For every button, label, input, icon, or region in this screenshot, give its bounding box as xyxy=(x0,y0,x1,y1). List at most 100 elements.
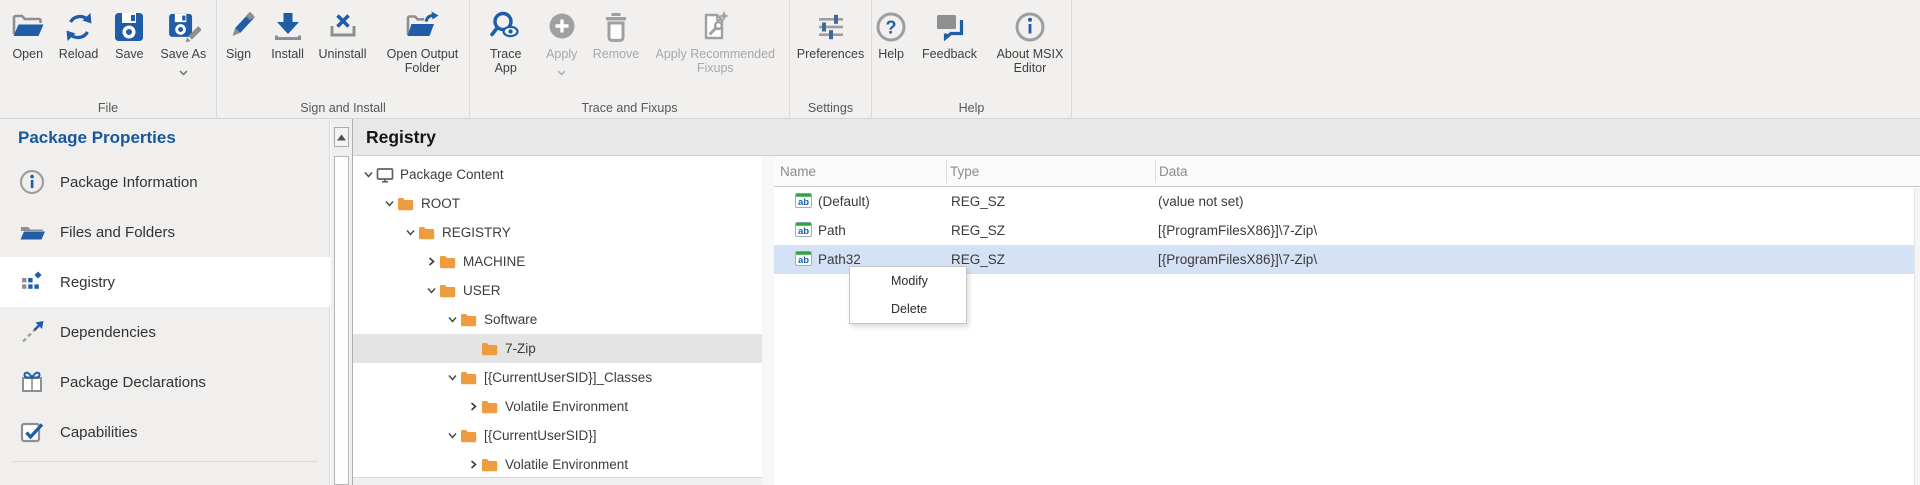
tree-item-label: [{CurrentUserSID}]_Classes xyxy=(484,370,652,385)
save-button[interactable]: Save xyxy=(108,7,150,61)
value-data: [{ProgramFilesX86}]\7-Zip\ xyxy=(1155,223,1920,238)
tree-horizontal-scrollbar[interactable] xyxy=(353,477,762,485)
sidebar-item-label: Capabilities xyxy=(60,424,138,441)
tree-item-software[interactable]: Software xyxy=(353,305,762,334)
button-label: About MSIX Editor xyxy=(990,47,1070,75)
ribbon-group-label: File xyxy=(0,101,216,115)
chevron-down-icon[interactable] xyxy=(444,428,460,444)
column-header-data[interactable]: Data xyxy=(1155,164,1920,179)
tree-scrollbar-track[interactable] xyxy=(762,156,774,485)
gift-box-icon xyxy=(17,367,47,397)
chevron-down-icon xyxy=(179,63,188,69)
button-label: Install xyxy=(271,47,304,61)
apply-plus-icon xyxy=(544,7,580,47)
string-value-icon: ab xyxy=(795,193,812,211)
install-button[interactable]: Install xyxy=(267,7,309,61)
value-name: (Default) xyxy=(818,194,870,209)
scrollbar-thumb[interactable] xyxy=(334,156,349,485)
tree-item-volatile-environment-1[interactable]: Volatile Environment xyxy=(353,392,762,421)
tree-item-label: [{CurrentUserSID}] xyxy=(484,428,597,443)
open-button[interactable]: Open xyxy=(7,7,49,61)
tree-item-registry[interactable]: REGISTRY xyxy=(353,218,762,247)
folder-blue-icon xyxy=(17,217,47,247)
column-header-name[interactable]: Name xyxy=(774,164,946,179)
column-divider[interactable] xyxy=(946,160,947,183)
tree-item-currentusersid-classes[interactable]: [{CurrentUserSID}]_Classes xyxy=(353,363,762,392)
value-data: (value not set) xyxy=(1155,194,1920,209)
folder-icon xyxy=(481,399,501,415)
button-label: Reload xyxy=(59,47,99,61)
trace-app-button[interactable]: Trace App xyxy=(478,7,534,75)
column-header-type[interactable]: Type xyxy=(946,164,1155,179)
chevron-down-icon[interactable] xyxy=(444,370,460,386)
table-row-path[interactable]: ab Path REG_SZ [{ProgramFilesX86}]\7-Zip… xyxy=(774,216,1920,245)
string-value-icon: ab xyxy=(795,251,812,269)
table-scrollbar-track[interactable] xyxy=(1914,188,1920,485)
button-label: Feedback xyxy=(922,47,977,61)
chevron-right-icon[interactable] xyxy=(423,254,439,270)
feedback-button[interactable]: Feedback xyxy=(919,7,980,61)
button-label: Apply xyxy=(546,47,577,61)
folder-icon xyxy=(418,225,438,241)
chevron-down-icon[interactable] xyxy=(381,196,397,212)
sidebar-item-files-and-folders[interactable]: Files and Folders xyxy=(0,207,330,257)
sidebar-items: Package Information Files and Folders Re… xyxy=(0,157,330,457)
chevron-down-icon[interactable] xyxy=(402,225,418,241)
button-label: Help xyxy=(878,47,904,61)
page-title: Registry xyxy=(366,127,436,148)
sign-button[interactable]: Sign xyxy=(218,7,260,61)
checkbox-check-icon xyxy=(17,417,47,447)
string-value-icon: ab xyxy=(795,222,812,240)
folder-icon xyxy=(439,283,459,299)
chevron-right-icon[interactable] xyxy=(465,399,481,415)
save-icon xyxy=(111,7,147,47)
folder-icon xyxy=(481,341,501,357)
save-as-button[interactable]: Save As xyxy=(157,7,209,69)
panel-header: Registry xyxy=(353,119,1920,156)
folder-icon xyxy=(460,370,480,386)
chevron-down-icon[interactable] xyxy=(360,167,376,183)
sidebar-item-capabilities[interactable]: Capabilities xyxy=(0,407,330,457)
folder-icon xyxy=(439,254,459,270)
ribbon-group-label: Settings xyxy=(790,101,871,115)
tree-item-user[interactable]: USER xyxy=(353,276,762,305)
trace-app-icon xyxy=(488,7,524,47)
help-button[interactable]: ? Help xyxy=(870,7,912,61)
button-label: Sign xyxy=(226,47,251,61)
info-circle-icon xyxy=(17,167,47,197)
apply-button[interactable]: Apply xyxy=(541,7,583,69)
tree-item-package-content[interactable]: Package Content xyxy=(353,160,762,189)
sidebar-item-registry[interactable]: Registry xyxy=(0,257,330,307)
chevron-down-icon[interactable] xyxy=(423,283,439,299)
folder-icon xyxy=(460,428,480,444)
apply-recommended-fixups-icon xyxy=(697,7,733,47)
open-output-folder-icon xyxy=(404,7,440,47)
sidebar-item-package-declarations[interactable]: Package Declarations xyxy=(0,357,330,407)
about-msix-editor-button[interactable]: About MSIX Editor xyxy=(987,7,1073,75)
svg-text:ab: ab xyxy=(798,255,809,266)
scroll-up-button[interactable] xyxy=(334,127,349,147)
tree-item-machine[interactable]: MACHINE xyxy=(353,247,762,276)
folder-icon xyxy=(397,196,417,212)
sidebar-item-package-information[interactable]: Package Information xyxy=(0,157,330,207)
sidebar-item-dependencies[interactable]: Dependencies xyxy=(0,307,330,357)
menu-item-modify[interactable]: Modify xyxy=(850,267,966,295)
chevron-down-icon[interactable] xyxy=(444,312,460,328)
reload-button[interactable]: Reload xyxy=(56,7,102,61)
sidebar-item-label: Files and Folders xyxy=(60,224,175,241)
table-row-default[interactable]: ab (Default) REG_SZ (value not set) xyxy=(774,187,1920,216)
menu-item-delete[interactable]: Delete xyxy=(850,295,966,323)
tree-item-root[interactable]: ROOT xyxy=(353,189,762,218)
ribbon-group-sign-and-install: Sign Install Uninstall xyxy=(217,0,470,118)
tree-item-currentusersid[interactable]: [{CurrentUserSID}] xyxy=(353,421,762,450)
preferences-button[interactable]: Preferences xyxy=(794,7,867,61)
tree-item-volatile-environment-2[interactable]: Volatile Environment xyxy=(353,450,762,479)
open-output-folder-button[interactable]: Open Output Folder xyxy=(376,7,468,75)
apply-recommended-fixups-button[interactable]: Apply Recommended Fixups xyxy=(649,7,781,75)
tree-item-7zip[interactable]: 7-Zip xyxy=(353,334,762,363)
column-divider[interactable] xyxy=(1155,160,1156,183)
ribbon-group-label: Help xyxy=(872,101,1071,115)
remove-button[interactable]: Remove xyxy=(590,7,643,61)
uninstall-button[interactable]: Uninstall xyxy=(316,7,370,61)
chevron-right-icon[interactable] xyxy=(465,457,481,473)
